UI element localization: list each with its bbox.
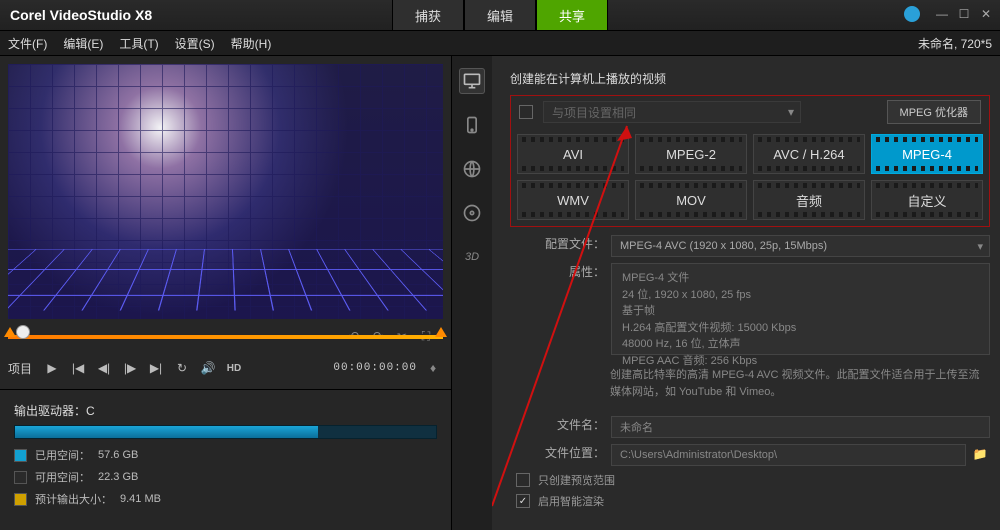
menu-file[interactable]: 文件(F)	[8, 35, 47, 52]
location-input[interactable]: C:\Users\Administrator\Desktop\	[611, 444, 966, 466]
profile-dropdown[interactable]: MPEG-4 AVC (1920 x 1080, 25p, 15Mbps)	[611, 235, 990, 257]
menu-settings[interactable]: 设置(S)	[175, 35, 215, 52]
filename-input[interactable]: 未命名	[611, 416, 990, 438]
properties-box: MPEG-4 文件 24 位, 1920 x 1080, 25 fps 基于帧 …	[611, 263, 990, 355]
format-mpeg4[interactable]: MPEG-4	[871, 134, 983, 174]
timecode-step-icon[interactable]: ♦	[423, 358, 443, 378]
goto-end-button[interactable]: ▶|	[146, 358, 166, 378]
est-value: 9.41 MB	[120, 493, 161, 505]
smart-render-label: 启用智能渲染	[538, 493, 604, 509]
location-label: 文件位置：	[510, 444, 611, 461]
project-title: 未命名, 720*5	[918, 35, 992, 52]
same-settings-dropdown[interactable]: 与项目设置相同	[543, 101, 801, 123]
share-heading: 创建能在计算机上播放的视频	[510, 70, 990, 87]
menu-edit[interactable]: 编辑(E)	[63, 35, 103, 52]
free-swatch	[14, 471, 27, 484]
share-target-web-icon[interactable]	[459, 156, 485, 182]
only-preview-label: 只创建预览范围	[538, 472, 615, 488]
trim-end-handle[interactable]	[435, 327, 447, 337]
format-custom[interactable]: 自定义	[871, 180, 983, 220]
profile-description: 创建高比特率的高清 MPEG-4 AVC 视频文件。此配置文件适合用于上传至流媒…	[510, 361, 990, 410]
properties-label: 属性：	[510, 263, 611, 280]
play-button[interactable]: ▶	[42, 358, 62, 378]
format-mov[interactable]: MOV	[635, 180, 747, 220]
menu-help[interactable]: 帮助(H)	[231, 35, 272, 52]
same-settings-checkbox[interactable]	[519, 105, 533, 119]
share-target-disc-icon[interactable]	[459, 200, 485, 226]
only-preview-checkbox[interactable]	[516, 473, 530, 487]
smart-render-checkbox[interactable]: ✓	[516, 494, 530, 508]
next-frame-button[interactable]: |▶	[120, 358, 140, 378]
tab-share[interactable]: 共享	[536, 0, 608, 30]
used-swatch	[14, 449, 27, 462]
disk-used-bar	[15, 426, 318, 438]
share-target-device-icon[interactable]	[459, 112, 485, 138]
used-value: 57.6 GB	[98, 449, 138, 461]
close-button[interactable]: ✕	[978, 6, 994, 22]
maximize-button[interactable]: ☐	[956, 6, 972, 22]
output-drive-title: 输出驱动器：C	[14, 402, 437, 419]
hd-toggle[interactable]: HD	[224, 358, 244, 378]
repeat-button[interactable]: ↻	[172, 358, 192, 378]
free-value: 22.3 GB	[98, 471, 138, 483]
format-avi[interactable]: AVI	[517, 134, 629, 174]
mode-project-label[interactable]: 项目	[8, 360, 36, 377]
disk-usage-bar	[14, 425, 437, 439]
profile-label: 配置文件：	[510, 235, 611, 252]
prev-frame-button[interactable]: ◀|	[94, 358, 114, 378]
free-label: 可用空间：	[35, 469, 90, 485]
mpeg-optimizer-button[interactable]: MPEG 优化器	[887, 100, 981, 124]
goto-start-button[interactable]: |◀	[68, 358, 88, 378]
timeline-trim[interactable]: ↶ ↷ ✂ ⛶	[8, 327, 443, 349]
timecode[interactable]: 00:00:00:00	[333, 362, 417, 374]
est-label: 预计输出大小：	[35, 491, 112, 507]
browse-folder-icon[interactable]: 📁	[970, 444, 990, 464]
share-target-computer-icon[interactable]	[459, 68, 485, 94]
globe-icon[interactable]	[904, 6, 920, 22]
preview-window[interactable]	[8, 64, 443, 319]
format-avc[interactable]: AVC / H.264	[753, 134, 865, 174]
tab-edit[interactable]: 编辑	[464, 0, 536, 30]
format-panel: 与项目设置相同 MPEG 优化器 AVI MPEG-2 AVC / H.264 …	[510, 95, 990, 227]
trim-start-handle[interactable]	[4, 327, 16, 337]
playhead[interactable]	[16, 325, 30, 339]
used-label: 已用空间：	[35, 447, 90, 463]
volume-button[interactable]: 🔊	[198, 358, 218, 378]
filename-label: 文件名：	[510, 416, 611, 433]
format-audio[interactable]: 音频	[753, 180, 865, 220]
tab-capture[interactable]: 捕获	[392, 0, 464, 30]
menu-tools[interactable]: 工具(T)	[119, 35, 158, 52]
est-swatch	[14, 493, 27, 506]
format-mpeg2[interactable]: MPEG-2	[635, 134, 747, 174]
app-title: Corel VideoStudio X8	[0, 7, 152, 23]
share-target-3d-icon[interactable]: 3D	[459, 244, 485, 270]
format-wmv[interactable]: WMV	[517, 180, 629, 220]
minimize-button[interactable]: —	[934, 6, 950, 22]
